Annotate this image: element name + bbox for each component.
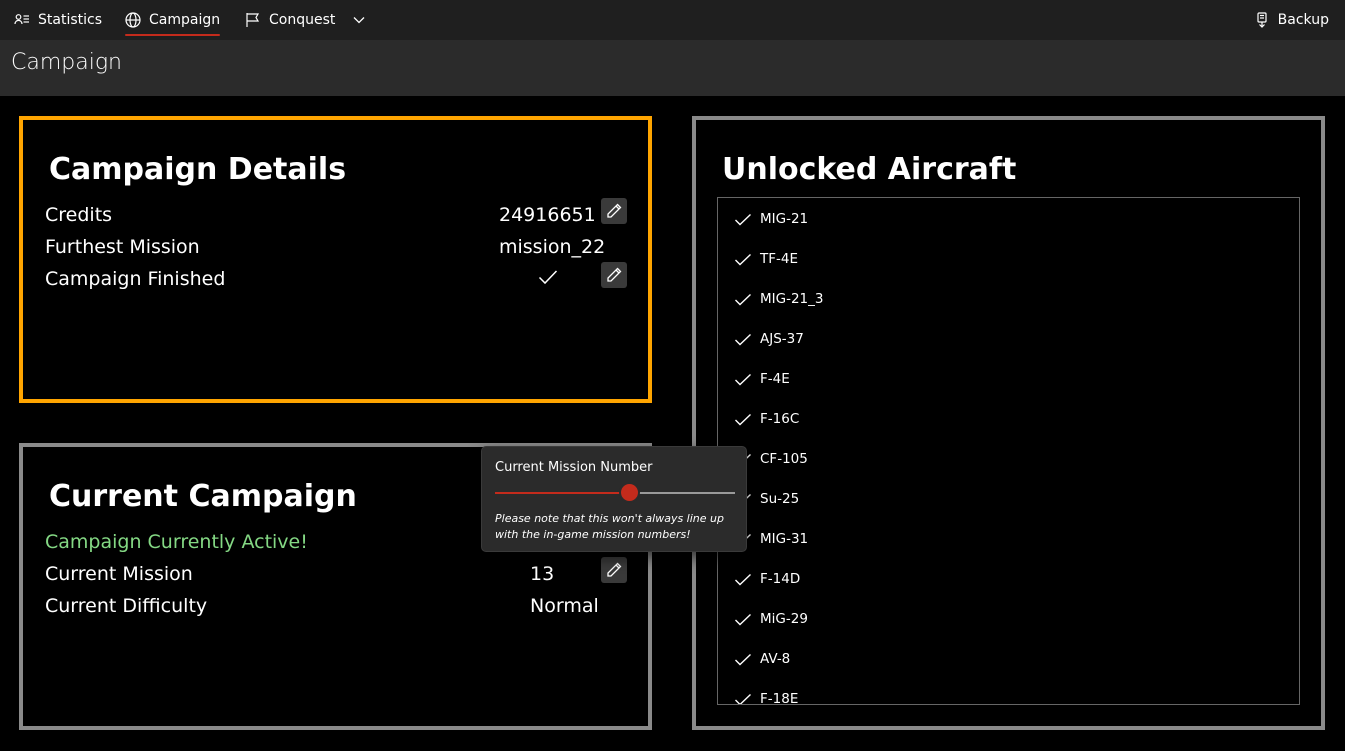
campaign-status-text: Campaign Currently Active! <box>45 531 308 553</box>
credits-label: Credits <box>45 204 113 226</box>
campaign-finished-label: Campaign Finished <box>45 268 226 290</box>
aircraft-list-item[interactable]: AJS-37 <box>718 319 1299 359</box>
aircraft-list-item[interactable]: F-18E <box>718 679 1299 705</box>
pencil-icon <box>605 202 623 220</box>
aircraft-name: F-14D <box>760 571 801 587</box>
aircraft-name: Su-25 <box>760 491 800 507</box>
aircraft-name: MIG-21_3 <box>760 291 824 307</box>
aircraft-list-item[interactable]: AV-8 <box>718 639 1299 679</box>
check-icon <box>734 372 752 386</box>
nav-campaign-label: Campaign <box>149 12 221 28</box>
mission-number-flyout: Current Mission Number Please note that … <box>481 446 747 552</box>
current-mission-label: Current Mission <box>45 563 193 585</box>
globe-icon <box>125 12 141 28</box>
current-mission-value: 13 <box>530 563 555 585</box>
nav-conquest[interactable]: Conquest <box>245 0 365 40</box>
current-difficulty-value: Normal <box>530 595 599 617</box>
page-title: Campaign <box>11 50 122 75</box>
aircraft-name: AV-8 <box>760 651 791 667</box>
aircraft-name: F-4E <box>760 371 790 387</box>
edit-current-mission-button[interactable] <box>601 557 627 583</box>
nav-backup-label: Backup <box>1277 12 1329 28</box>
contact-list-icon <box>14 12 30 28</box>
pencil-icon <box>605 561 623 579</box>
check-icon <box>734 292 752 306</box>
aircraft-name: MiG-29 <box>760 611 808 627</box>
slider-thumb[interactable] <box>619 482 641 503</box>
nav-statistics[interactable]: Statistics <box>14 0 102 40</box>
nav-campaign[interactable]: Campaign <box>125 0 221 40</box>
campaign-details-title: Campaign Details <box>49 152 347 187</box>
check-icon <box>734 252 752 266</box>
unlocked-aircraft-title: Unlocked Aircraft <box>722 152 1017 187</box>
current-difficulty-label: Current Difficulty <box>45 595 208 617</box>
aircraft-list-item[interactable]: MiG-29 <box>718 599 1299 639</box>
aircraft-list-item[interactable]: F-14D <box>718 559 1299 599</box>
edit-credits-button[interactable] <box>601 198 627 224</box>
unlocked-aircraft-panel: Unlocked Aircraft MIG-21 TF-4E MIG-21_3 AJS… <box>692 116 1325 730</box>
check-icon <box>734 412 752 426</box>
aircraft-name: MIG-21 <box>760 211 809 227</box>
check-icon <box>734 692 752 704</box>
current-campaign-title: Current Campaign <box>49 479 357 514</box>
check-icon <box>734 612 752 626</box>
aircraft-name: MIG-31 <box>760 531 809 547</box>
aircraft-name: CF-105 <box>760 451 808 467</box>
nav-backup[interactable]: Backup <box>1254 0 1329 40</box>
chevron-down-icon[interactable] <box>353 16 365 24</box>
pencil-icon <box>605 266 623 284</box>
check-icon <box>734 572 752 586</box>
slider-fill <box>495 492 630 494</box>
check-icon <box>734 652 752 666</box>
furthest-mission-label: Furthest Mission <box>45 236 200 258</box>
aircraft-name: TF-4E <box>760 251 799 267</box>
page-header: Campaign <box>0 40 1345 96</box>
credits-value: 24916651 <box>499 204 596 226</box>
aircraft-list-item[interactable]: CF-105 <box>718 439 1299 479</box>
aircraft-list-item[interactable]: MIG-21_3 <box>718 279 1299 319</box>
save-disk-icon <box>1254 12 1270 28</box>
aircraft-name: F-16C <box>760 411 800 427</box>
campaign-details-panel: Campaign Details Credits 24916651 Furthe… <box>19 116 652 403</box>
aircraft-list[interactable]: MIG-21 TF-4E MIG-21_3 AJS-37 F-4E F-16C CF-105… <box>717 197 1300 705</box>
aircraft-name: F-18E <box>760 691 799 705</box>
aircraft-list-item[interactable]: TF-4E <box>718 239 1299 279</box>
aircraft-list-item[interactable]: F-16C <box>718 399 1299 439</box>
top-navigation: Statistics Campaign Conquest Backup <box>0 0 1345 40</box>
flag-icon <box>245 12 261 28</box>
flyout-title: Current Mission Number <box>495 460 653 475</box>
campaign-finished-check-icon <box>538 269 558 289</box>
mission-number-slider[interactable] <box>495 482 735 503</box>
check-icon <box>734 332 752 346</box>
aircraft-list-item[interactable]: F-4E <box>718 359 1299 399</box>
nav-conquest-label: Conquest <box>269 12 336 28</box>
furthest-mission-value: mission_22 <box>499 236 606 258</box>
aircraft-list-item[interactable]: MIG-21 <box>718 199 1299 239</box>
aircraft-name: AJS-37 <box>760 331 804 347</box>
aircraft-list-item[interactable]: MIG-31 <box>718 519 1299 559</box>
aircraft-list-item[interactable]: Su-25 <box>718 479 1299 519</box>
flyout-note: Please note that this won't always line … <box>495 512 724 541</box>
edit-campaign-finished-button[interactable] <box>601 262 627 288</box>
nav-statistics-label: Statistics <box>38 12 102 28</box>
check-icon <box>734 212 752 226</box>
